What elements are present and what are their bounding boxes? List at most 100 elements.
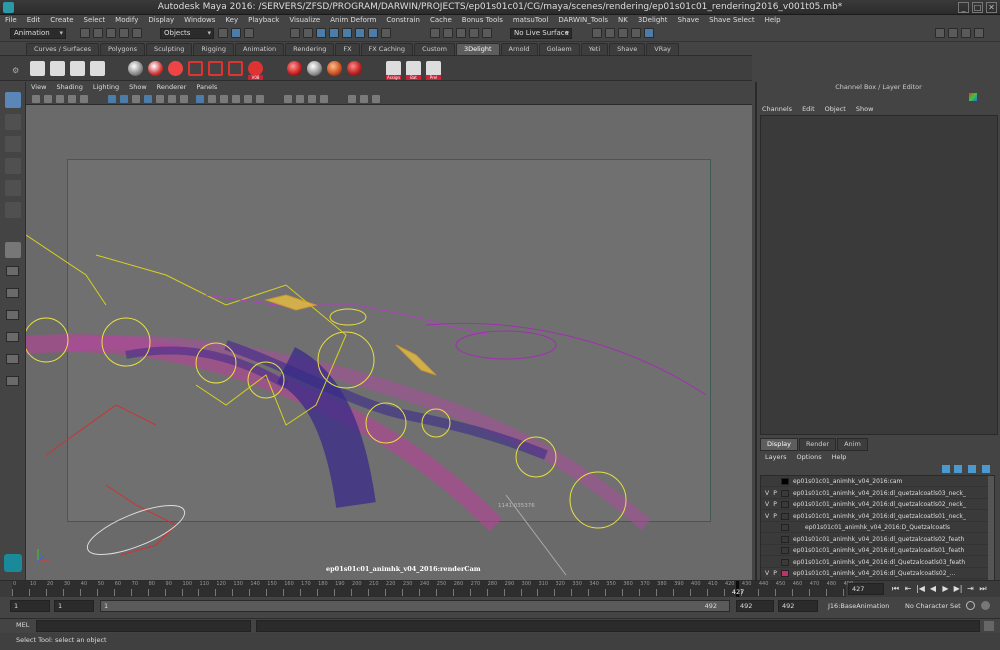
lights-icon[interactable]	[244, 95, 252, 103]
assign-icon[interactable]: Assign	[386, 61, 401, 80]
render-settings-icon[interactable]	[618, 28, 628, 38]
layer-row[interactable]: V Pep01s01c01_animhk_v04_2016:dl_Quetzalc…	[761, 568, 994, 579]
menu-item-bonus-tools[interactable]: Bonus Tools	[457, 15, 508, 26]
single-pane-layout-icon[interactable]	[5, 242, 21, 258]
depth-of-field-icon[interactable]	[320, 95, 328, 103]
red-sphere-icon[interactable]	[287, 61, 302, 76]
gate-mask-icon[interactable]	[144, 95, 152, 103]
hypershade-layout-icon[interactable]	[6, 354, 19, 364]
scale-tool-icon[interactable]	[5, 202, 21, 218]
layer-row[interactable]: V Pep01s01c01_animhk_v04_2016:dl_quetzalc…	[761, 488, 994, 499]
panel-menu-view[interactable]: View	[26, 82, 51, 93]
select-rendering-icon[interactable]	[368, 28, 378, 38]
channel-box-menu-edit[interactable]: Edit	[797, 104, 820, 115]
layer-visibility-toggle[interactable]: V	[763, 499, 771, 510]
layer-playback-toggle[interactable]: P	[771, 511, 779, 522]
menu-item-edit[interactable]: Edit	[22, 15, 46, 26]
wireframe-icon[interactable]	[196, 95, 204, 103]
channel-box-icon[interactable]	[974, 28, 984, 38]
selection-mode-dropdown[interactable]: Objects	[160, 28, 214, 39]
component-mode-icon[interactable]	[244, 28, 254, 38]
layer-color-swatch[interactable]	[781, 524, 789, 531]
channel-box-body[interactable]	[760, 115, 998, 435]
menu-item-modify[interactable]: Modify	[110, 15, 143, 26]
bracket-icon[interactable]	[228, 61, 243, 76]
layer-playback-toggle[interactable]: P	[771, 488, 779, 499]
menu-item-display[interactable]: Display	[143, 15, 179, 26]
safe-action-icon[interactable]	[168, 95, 176, 103]
preferences-icon[interactable]	[981, 601, 990, 610]
save-scene-icon[interactable]	[106, 28, 116, 38]
select-curves-icon[interactable]	[316, 28, 326, 38]
points-icon[interactable]	[188, 61, 203, 76]
shelf-tab-rendering[interactable]: Rendering	[285, 43, 335, 55]
shelf-tab-curves-surfaces[interactable]: Curves / Surfaces	[26, 43, 100, 55]
channel-box-menu-show[interactable]: Show	[851, 104, 879, 115]
layer-tab-display[interactable]: Display	[760, 438, 798, 451]
menu-item-file[interactable]: File	[0, 15, 22, 26]
layer-row[interactable]: ep01s01c01_animhk_v04_2016:dl_quetzalcoa…	[761, 545, 994, 556]
shader-sphere-icon[interactable]	[148, 61, 163, 76]
layer-row[interactable]: V Pep01s01c01_animhk_v04_2016:dl_quetzalc…	[761, 499, 994, 510]
xray-joints-icon[interactable]	[372, 95, 380, 103]
layer-playback-toggle[interactable]: P	[771, 568, 779, 579]
select-handles-icon[interactable]	[290, 28, 300, 38]
layer-row[interactable]: ep01s01c01_animhk_v04_2016:dl_quetzalcoa…	[761, 534, 994, 545]
shelf-tab-yeti[interactable]: Yeti	[580, 43, 609, 55]
layer-color-swatch[interactable]	[781, 547, 789, 554]
smooth-shade-icon[interactable]	[208, 95, 216, 103]
layer-color-swatch[interactable]	[781, 489, 789, 497]
v08-icon[interactable]: V08	[248, 61, 263, 80]
range-slider[interactable]: 1 492	[100, 600, 730, 612]
maximize-button[interactable]: □	[972, 2, 983, 13]
menu-item-create[interactable]: Create	[45, 15, 78, 26]
character-set-dropdown[interactable]: No Character Set	[905, 602, 961, 610]
outliner-layout-icon[interactable]	[6, 310, 19, 320]
panel-menu-renderer[interactable]: Renderer	[152, 82, 192, 93]
film-gate-icon[interactable]	[120, 95, 128, 103]
clapboard-add-icon[interactable]	[70, 61, 85, 76]
select-joints-icon[interactable]	[303, 28, 313, 38]
close-button[interactable]: ✕	[986, 2, 997, 13]
custom-layout-icon[interactable]	[6, 376, 19, 386]
menu-item-shave-select[interactable]: Shave Select	[704, 15, 759, 26]
two-pane-layout-icon[interactable]	[6, 288, 19, 298]
step-back-key-icon[interactable]: ⇤	[904, 584, 913, 593]
menu-item-shave[interactable]: Shave	[673, 15, 705, 26]
snap-curve-icon[interactable]	[443, 28, 453, 38]
new-empty-layer-icon[interactable]	[968, 465, 976, 473]
go-to-end-icon[interactable]: ⏭	[979, 584, 988, 593]
panel-menu-lighting[interactable]: Lighting	[88, 82, 124, 93]
new-scene-icon[interactable]	[80, 28, 90, 38]
select-surfaces-icon[interactable]	[329, 28, 339, 38]
layer-visibility-toggle[interactable]: V	[763, 488, 771, 499]
ambient-occlusion-icon[interactable]	[284, 95, 292, 103]
shelf-tab-shave[interactable]: Shave	[609, 43, 646, 55]
menu-set-dropdown[interactable]: Animation	[10, 28, 66, 39]
snap-view-plane-icon[interactable]	[469, 28, 479, 38]
menu-item-select[interactable]: Select	[79, 15, 111, 26]
menu-item-playback[interactable]: Playback	[243, 15, 284, 26]
layer-list-scrollbar[interactable]	[988, 476, 994, 581]
select-deformations-icon[interactable]	[342, 28, 352, 38]
playback-start-field[interactable]: 1	[54, 600, 94, 612]
redo-icon[interactable]	[132, 28, 142, 38]
command-input[interactable]	[36, 620, 251, 632]
layer-visibility-toggle[interactable]: V	[763, 568, 771, 579]
menu-item-visualize[interactable]: Visualize	[284, 15, 325, 26]
hypershade-icon[interactable]	[631, 28, 641, 38]
select-tool-icon[interactable]	[5, 92, 21, 108]
rotate-tool-icon[interactable]	[5, 180, 21, 196]
end-time-field[interactable]: 492	[778, 600, 818, 612]
triangle-icon[interactable]	[208, 61, 223, 76]
move-layer-up-icon[interactable]	[942, 465, 950, 473]
ipr-render-icon[interactable]	[605, 28, 615, 38]
four-pane-layout-icon[interactable]	[6, 266, 19, 276]
tool-settings-icon[interactable]	[961, 28, 971, 38]
live-surface-field[interactable]: No Live Surface	[510, 28, 572, 39]
layer-visibility-toggle[interactable]: V	[763, 511, 771, 522]
auto-key-icon[interactable]	[966, 601, 975, 610]
select-misc-icon[interactable]	[381, 28, 391, 38]
2d-pan-zoom-icon[interactable]	[80, 95, 88, 103]
current-frame-field[interactable]: 427	[848, 583, 884, 595]
